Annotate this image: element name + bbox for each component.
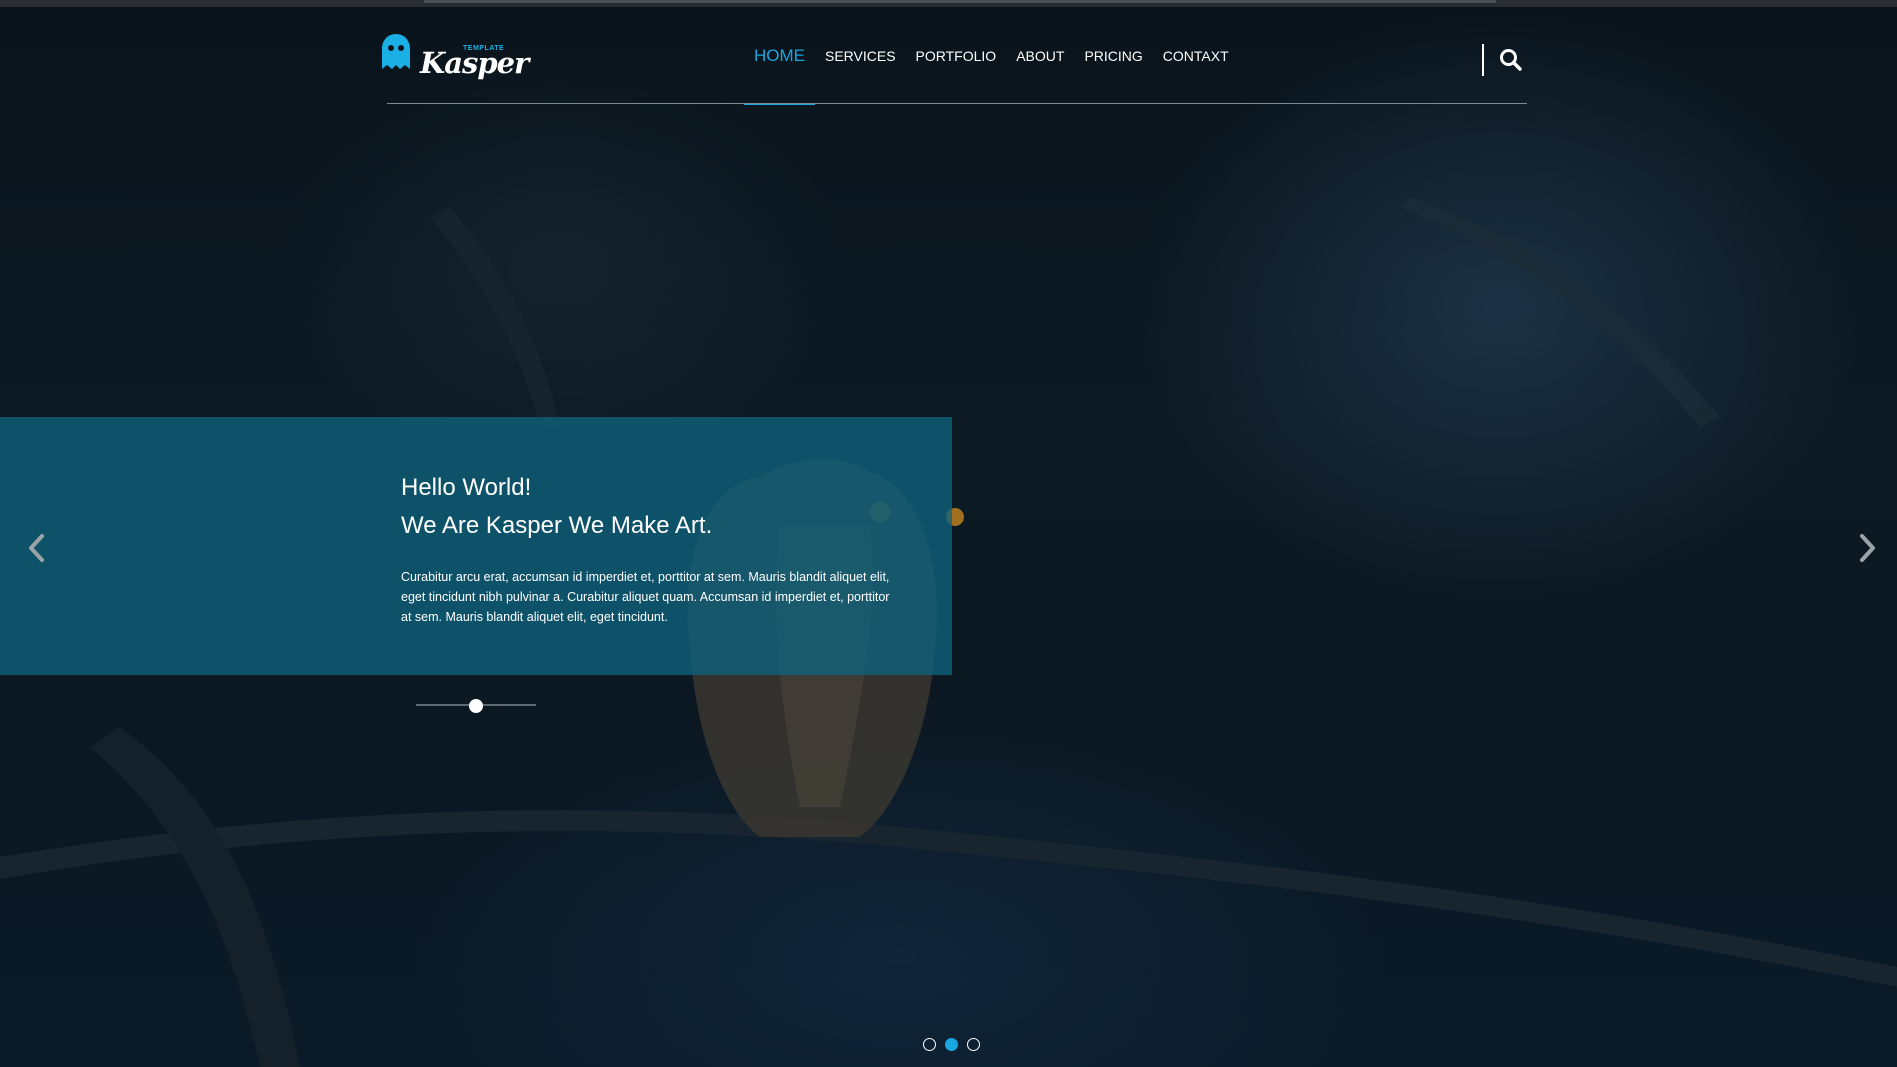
brand-logo[interactable]: TEMPLATE Kasper (380, 33, 529, 83)
header-divider (387, 103, 1527, 104)
browser-top-bar (0, 0, 1897, 7)
carousel-indicators (923, 1038, 980, 1052)
nav-item-services[interactable]: SERVICES (815, 7, 906, 104)
carousel-dot-1[interactable] (923, 1038, 936, 1051)
carousel-dot-2[interactable] (945, 1038, 958, 1051)
hero-title: Hello World! We Are Kasper We Make Art. (401, 469, 712, 545)
hero-title-line-1: Hello World! (401, 474, 532, 501)
nav-item-contact[interactable]: CONTAXT (1153, 7, 1239, 104)
hero-body: Curabitur arcu erat, accumsan id imperdi… (401, 570, 890, 624)
search-button[interactable] (1498, 47, 1524, 73)
nav-item-about[interactable]: ABOUT (1006, 7, 1074, 104)
nav-item-pricing[interactable]: PRICING (1074, 7, 1152, 104)
hero-title-line-2: We Are Kasper We Make Art. (401, 512, 713, 539)
ghost-icon (382, 34, 410, 69)
chevron-right-icon (1860, 534, 1875, 562)
search-divider (1482, 44, 1484, 76)
carousel-next-button[interactable] (1852, 530, 1882, 566)
nav-item-home[interactable]: HOME (744, 7, 815, 105)
search-icon (1500, 49, 1522, 71)
carousel-dot-3[interactable] (967, 1038, 980, 1051)
logo-wordmark: Kasper (420, 46, 529, 80)
slider-thumb[interactable] (469, 699, 483, 713)
carousel-prev-button[interactable] (22, 530, 52, 566)
site-header: TEMPLATE Kasper HOME SERVICES PORTFOLIO … (0, 7, 1897, 105)
main-nav: HOME SERVICES PORTFOLIO ABOUT PRICING CO… (744, 7, 1239, 105)
browser-top-bar-highlight (424, 0, 1496, 3)
chevron-left-icon (29, 534, 44, 562)
nav-item-portfolio[interactable]: PORTFOLIO (906, 7, 1007, 104)
hero-caption: Hello World! We Are Kasper We Make Art. … (0, 417, 952, 675)
